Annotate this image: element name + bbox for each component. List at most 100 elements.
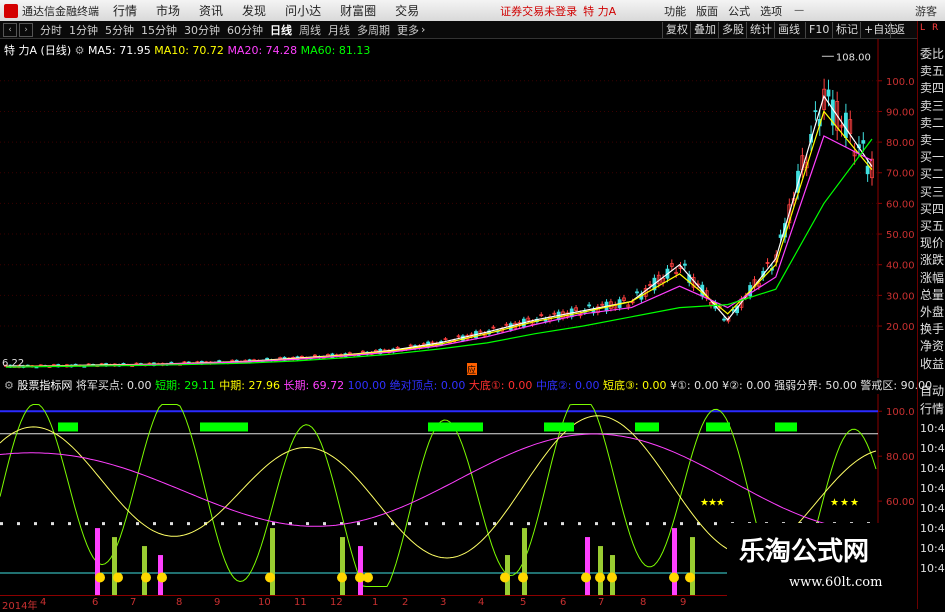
buy-smiley-icon xyxy=(113,572,123,583)
more-arrow-icon[interactable]: › xyxy=(421,23,425,36)
settings-icon: ⚙ xyxy=(4,379,18,392)
menu-jiaoyi[interactable]: 交易 xyxy=(395,2,419,19)
date-tick-label: 2 xyxy=(402,597,409,608)
menu-shichang[interactable]: 市场 xyxy=(156,2,180,19)
candle-body xyxy=(843,112,848,138)
menu-wenxiaoda[interactable]: 问小达 xyxy=(285,2,321,19)
quote-label: 涨幅 xyxy=(920,270,945,285)
period-weekly[interactable]: 周线 xyxy=(299,22,321,38)
tick-time: 10:4 xyxy=(920,522,945,535)
diejia-button[interactable]: 叠加 xyxy=(690,22,719,38)
period-multi[interactable]: 多周期 xyxy=(357,22,390,38)
period-15min[interactable]: 15分钟 xyxy=(141,22,177,38)
price-tick-label: 90.00 xyxy=(886,107,915,118)
f10-button[interactable]: F10 xyxy=(805,22,832,38)
nav-right-icon[interactable]: › xyxy=(19,22,33,37)
indicator-value: 中底②: 0.00 xyxy=(535,379,603,392)
signal-bar xyxy=(358,546,363,595)
back-button[interactable]: 返回 xyxy=(890,22,917,52)
menu-zixun[interactable]: 资讯 xyxy=(199,2,223,19)
quote-label: 买五 xyxy=(920,219,945,233)
ma20-value: MA20: 74.28 xyxy=(227,44,298,57)
date-tick-label: 6 xyxy=(92,597,99,608)
menu-caifuquan[interactable]: 财富圈 xyxy=(340,2,376,19)
buy-smiley-icon xyxy=(581,572,591,583)
duogu-button[interactable]: 多股 xyxy=(718,22,747,38)
price-tick-label: 60.00 xyxy=(886,199,915,210)
trade-login-notice[interactable]: 证券交易未登录 xyxy=(500,3,577,19)
quote-label: 涨跌 xyxy=(920,253,945,268)
date-tick-label: 4 xyxy=(40,597,47,608)
date-tick-label: 12 xyxy=(330,597,343,608)
price-tick-label: 80.00 xyxy=(886,138,915,149)
signal-block xyxy=(635,422,659,432)
signal-block xyxy=(706,422,730,432)
tick-time: 10:4 xyxy=(920,542,945,555)
date-tick-label: 1 xyxy=(372,597,379,608)
candle-body xyxy=(813,110,818,113)
tick-time: 10:4 xyxy=(920,562,945,575)
quote-label: 卖一 xyxy=(920,133,945,147)
signal-bar xyxy=(142,546,147,595)
date-tick-label: 2014年 xyxy=(2,601,38,612)
menu-hangqing[interactable]: 行情 xyxy=(113,2,137,19)
settings-icon[interactable]: ⚙ xyxy=(75,44,85,57)
price-tick-label: 100.0 xyxy=(886,77,915,88)
tongji-button[interactable]: 统计 xyxy=(746,22,775,38)
signal-bar xyxy=(340,537,345,595)
menu-banmian[interactable]: 版面 xyxy=(696,3,718,19)
candle-body xyxy=(587,304,592,307)
candle-body xyxy=(865,165,870,175)
menu-gongneng[interactable]: 功能 xyxy=(664,3,686,19)
tick-time: 10:4 xyxy=(920,502,945,515)
date-tick-label: 5 xyxy=(520,597,527,608)
candle-body xyxy=(682,263,687,266)
main-stock-name: 特 力A xyxy=(4,44,38,57)
signal-block xyxy=(544,422,574,432)
period-fenshi[interactable]: 分时 xyxy=(40,22,62,38)
period-60min[interactable]: 60分钟 xyxy=(227,22,263,38)
price-tick-label: 20.00 xyxy=(886,322,915,333)
quote-label: 净资 xyxy=(920,339,945,354)
period-daily[interactable]: 日线 xyxy=(270,22,292,38)
candle-body xyxy=(217,360,222,363)
period-5min[interactable]: 5分钟 xyxy=(105,22,134,38)
trade-label[interactable]: 行情 xyxy=(920,402,945,417)
price-tick-label: 40.00 xyxy=(886,261,915,272)
date-tick-label: 8 xyxy=(176,597,183,608)
quote-label: 卖三 xyxy=(920,98,945,113)
period-1min[interactable]: 1分钟 xyxy=(69,22,98,38)
indicator-value: 短底③: 0.00 xyxy=(603,379,671,392)
minimize-icon[interactable]: — xyxy=(794,5,804,16)
menu-faxian[interactable]: 发现 xyxy=(242,2,266,19)
app-logo-icon xyxy=(4,3,18,18)
fuquan-button[interactable]: 复权 xyxy=(662,22,691,38)
buy-smiley-icon xyxy=(595,572,605,583)
period-more[interactable]: 更多 xyxy=(397,22,419,38)
watermark-name: 乐淘公式网 xyxy=(739,537,870,567)
price-chart[interactable]: 100.0 90.00 80.00 70.00 60.00 50.00 40.00 30.00… xyxy=(0,39,917,378)
nav-left-icon[interactable]: ‹ xyxy=(3,22,17,37)
candle-body xyxy=(635,291,639,294)
indicator-name: 股票指标网 xyxy=(17,379,76,392)
main-cycle: (日线) xyxy=(40,44,72,57)
guest-label[interactable]: 游客 xyxy=(915,3,937,19)
price-tick-label: 50.00 xyxy=(886,230,915,241)
app-title: 通达信金融终端 xyxy=(22,4,99,18)
price-tick-label: 30.00 xyxy=(886,291,915,302)
buy-smiley-icon xyxy=(685,572,695,583)
period-monthly[interactable]: 月线 xyxy=(328,22,350,38)
menu-xuanxiang[interactable]: 选项 xyxy=(760,3,782,19)
biaoji-button[interactable]: 标记 xyxy=(832,22,861,38)
huaxian-button[interactable]: 画线 xyxy=(774,22,803,38)
period-30min[interactable]: 30分钟 xyxy=(184,22,220,38)
signal-block xyxy=(58,422,78,432)
buy-smiley-icon xyxy=(265,572,275,583)
star-icon: ★ xyxy=(840,498,849,509)
menu-gongshi[interactable]: 公式 xyxy=(728,3,750,19)
indicator-value: 短期: 29.11 xyxy=(155,379,220,392)
date-tick-label: 10 xyxy=(258,597,271,608)
indicator-value: 将军买点: 0.00 xyxy=(75,379,156,392)
price-tick-label: 70.00 xyxy=(886,169,915,180)
event-marker-label: 应 xyxy=(467,364,476,376)
